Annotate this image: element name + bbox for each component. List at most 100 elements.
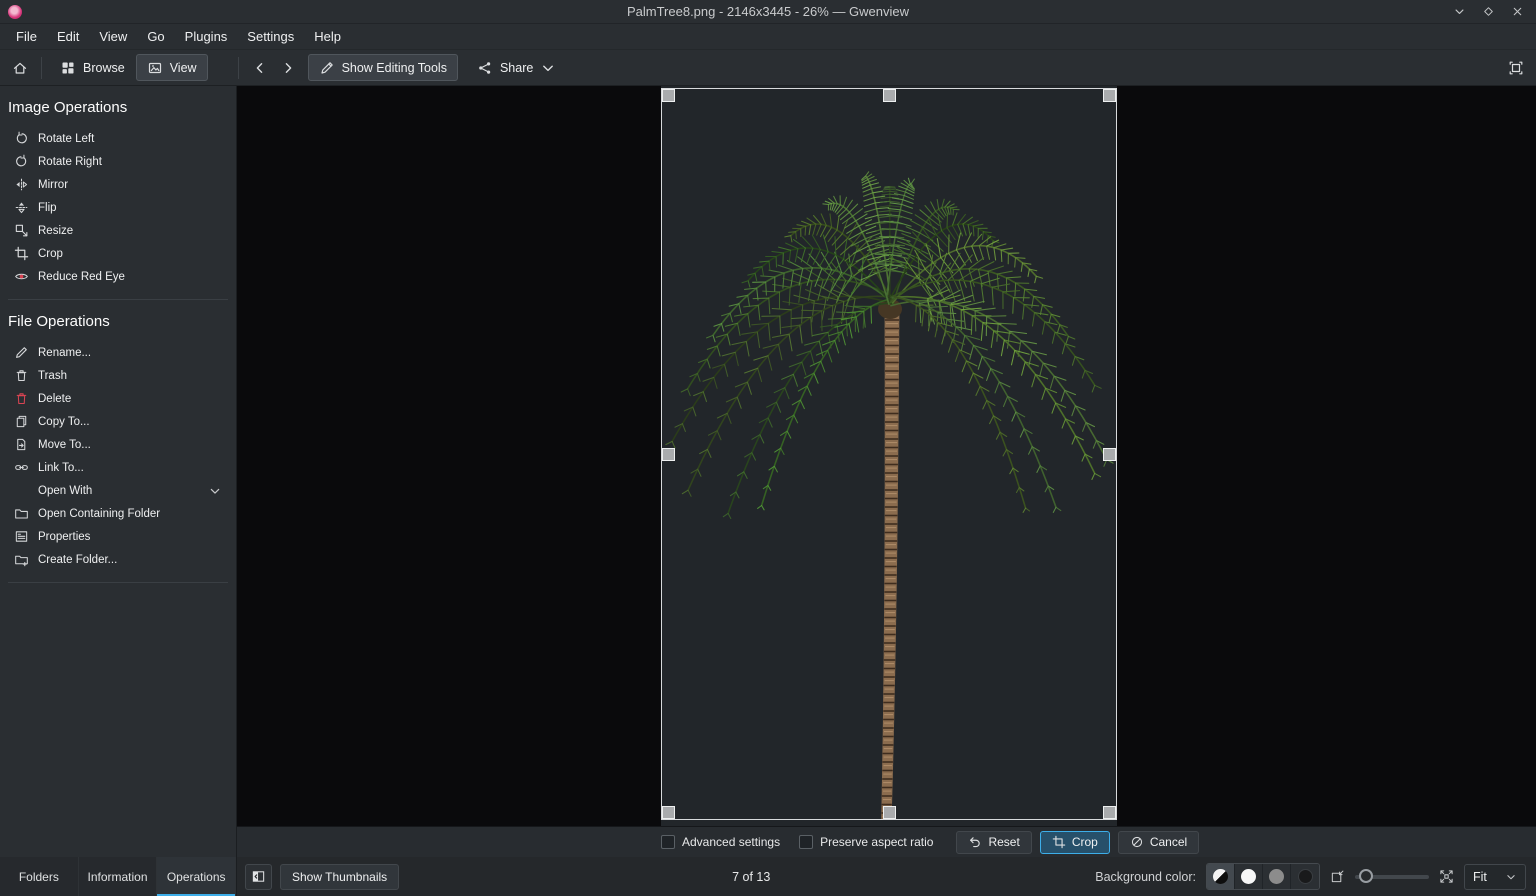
- operation-label: Move To...: [38, 439, 91, 451]
- chevron-down-icon: [540, 60, 556, 76]
- zoom-mode-select[interactable]: Fit: [1464, 864, 1526, 890]
- sidebar-separator: [8, 582, 228, 583]
- browse-mode-button[interactable]: Browse: [49, 54, 136, 81]
- crop-handle-top-left[interactable]: [662, 89, 675, 102]
- crop-handle-bottom-center[interactable]: [883, 806, 896, 819]
- browse-label: Browse: [83, 61, 125, 75]
- fullscreen-icon: [1508, 60, 1524, 76]
- rotate-right-icon: [14, 154, 29, 169]
- operation-copy-to[interactable]: Copy To...: [0, 410, 236, 433]
- checkbox-icon: [661, 835, 675, 849]
- minimize-icon[interactable]: [1453, 5, 1466, 18]
- operation-reduce-red-eye[interactable]: Reduce Red Eye: [0, 265, 236, 288]
- toolbar-separator: [41, 57, 42, 79]
- crop-handle-bottom-left[interactable]: [662, 806, 675, 819]
- view-mode-button[interactable]: View: [136, 54, 208, 81]
- background-color-auto[interactable]: [1207, 864, 1235, 889]
- crop-handle-middle-left[interactable]: [662, 448, 675, 461]
- maximize-icon[interactable]: [1482, 5, 1495, 18]
- crop-handle-top-right[interactable]: [1103, 89, 1116, 102]
- operation-rename[interactable]: Rename...: [0, 341, 236, 364]
- tab-label: Operations: [167, 870, 226, 884]
- crop-toolbar: Advanced settings Preserve aspect ratio …: [237, 826, 1536, 857]
- preserve-aspect-ratio-label: Preserve aspect ratio: [820, 835, 933, 849]
- statusbar: Folders Information Operations Show Thum…: [0, 857, 1536, 896]
- operation-label: Trash: [38, 370, 67, 382]
- red-eye-icon: [14, 269, 29, 284]
- operation-trash[interactable]: Trash: [0, 364, 236, 387]
- background-color-black[interactable]: [1291, 864, 1319, 889]
- chevron-down-icon: [1505, 871, 1517, 883]
- operation-flip[interactable]: Flip: [0, 196, 236, 219]
- next-image-button[interactable]: [274, 54, 302, 81]
- rename-icon: [14, 345, 29, 360]
- cancel-button[interactable]: Cancel: [1118, 831, 1199, 854]
- menubar: File Edit View Go Plugins Settings Help: [0, 24, 1536, 50]
- color-dot-icon: [1269, 869, 1284, 884]
- zoom-slider-handle[interactable]: [1359, 869, 1373, 883]
- advanced-settings-checkbox[interactable]: Advanced settings: [661, 835, 780, 849]
- menu-file[interactable]: File: [6, 24, 47, 49]
- operation-label: Delete: [38, 393, 71, 405]
- mirror-icon: [14, 177, 29, 192]
- menu-go[interactable]: Go: [137, 24, 174, 49]
- operation-open-with[interactable]: Open With: [0, 479, 236, 502]
- operation-move-to[interactable]: Move To...: [0, 433, 236, 456]
- menu-view[interactable]: View: [89, 24, 137, 49]
- menu-help[interactable]: Help: [304, 24, 351, 49]
- file-operations-title: File Operations: [0, 300, 236, 341]
- operation-label: Properties: [38, 531, 90, 543]
- operation-label: Open With: [38, 485, 92, 497]
- operation-create-folder[interactable]: Create Folder...: [0, 548, 236, 571]
- operation-mirror[interactable]: Mirror: [0, 173, 236, 196]
- grid-icon: [60, 60, 76, 76]
- background-color-gray[interactable]: [1263, 864, 1291, 889]
- tab-folders[interactable]: Folders: [0, 857, 79, 896]
- panel-tabs: Folders Information Operations: [0, 857, 237, 896]
- crop-icon: [14, 246, 29, 261]
- tab-information[interactable]: Information: [79, 857, 158, 896]
- preserve-aspect-ratio-checkbox[interactable]: Preserve aspect ratio: [799, 835, 933, 849]
- crop-handle-middle-right[interactable]: [1103, 448, 1116, 461]
- operation-delete[interactable]: Delete: [0, 387, 236, 410]
- undo-icon: [968, 835, 982, 849]
- show-editing-tools-button[interactable]: Show Editing Tools: [308, 54, 458, 81]
- operation-rotate-left[interactable]: Rotate Left: [0, 127, 236, 150]
- previous-image-button[interactable]: [246, 54, 274, 81]
- operation-link-to[interactable]: Link To...: [0, 456, 236, 479]
- menu-settings[interactable]: Settings: [237, 24, 304, 49]
- share-icon: [477, 60, 493, 76]
- copy-icon: [14, 414, 29, 429]
- operation-properties[interactable]: Properties: [0, 525, 236, 548]
- zoom-slider[interactable]: [1355, 875, 1429, 879]
- show-thumbnails-label: Show Thumbnails: [292, 870, 387, 884]
- operation-rotate-right[interactable]: Rotate Right: [0, 150, 236, 173]
- trash-icon: [14, 391, 29, 406]
- move-icon: [14, 437, 29, 452]
- menu-plugins[interactable]: Plugins: [175, 24, 238, 49]
- operation-label: Open Containing Folder: [38, 508, 160, 520]
- crop-icon: [1052, 835, 1066, 849]
- tab-operations[interactable]: Operations: [157, 857, 236, 896]
- crop-handle-top-center[interactable]: [883, 89, 896, 102]
- share-button[interactable]: Share: [466, 54, 567, 81]
- zoom-fit-icon[interactable]: [1330, 869, 1345, 884]
- operation-open-containing-folder[interactable]: Open Containing Folder: [0, 502, 236, 525]
- operation-resize[interactable]: Resize: [0, 219, 236, 242]
- home-button[interactable]: [6, 54, 34, 81]
- operation-crop[interactable]: Crop: [0, 242, 236, 265]
- flip-icon: [14, 200, 29, 215]
- toggle-sidebar-button[interactable]: [245, 864, 272, 890]
- crop-button[interactable]: Crop: [1040, 831, 1110, 854]
- crop-handle-bottom-right[interactable]: [1103, 806, 1116, 819]
- close-icon[interactable]: [1511, 5, 1524, 18]
- menu-edit[interactable]: Edit: [47, 24, 89, 49]
- fullscreen-button[interactable]: [1502, 54, 1530, 81]
- image-operations-title: Image Operations: [0, 86, 236, 127]
- show-thumbnails-button[interactable]: Show Thumbnails: [280, 864, 399, 890]
- zoom-actual-size-icon[interactable]: [1439, 869, 1454, 884]
- background-color-white[interactable]: [1235, 864, 1263, 889]
- properties-icon: [14, 529, 29, 544]
- reset-button[interactable]: Reset: [956, 831, 1031, 854]
- operation-label: Resize: [38, 225, 73, 237]
